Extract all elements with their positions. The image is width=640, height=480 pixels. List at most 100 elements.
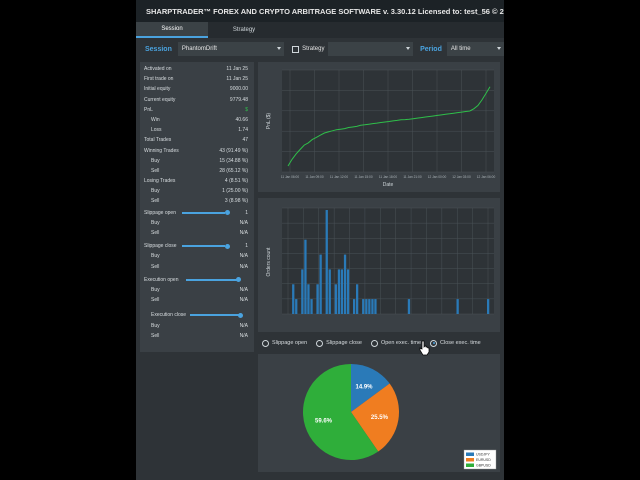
radio-icon[interactable] <box>316 339 324 347</box>
orders-bar <box>334 284 337 314</box>
orders-bar <box>316 284 319 314</box>
stat-row: Total Trades 47 <box>140 135 254 145</box>
stat-row: Loss 1.74 <box>140 125 254 135</box>
radio-label: Open exec. time <box>380 340 421 346</box>
execution-close-slider[interactable] <box>190 314 240 317</box>
strategy-select[interactable] <box>328 42 414 56</box>
pie-legend: USDJPYEURUSD GBPUSD <box>463 449 497 470</box>
pnl-x-tick-label: 11 Jan 06:00 <box>281 175 299 179</box>
pnl-chart-panel: 11 Jan 06:00 11 Jan 09:00 11 Jan 12:00 11 J… <box>258 62 500 192</box>
period-select-value: All time <box>450 46 471 52</box>
slider-label: Execution open <box>144 276 179 283</box>
orders-y-axis-label: Orders count <box>266 247 272 277</box>
pnl-x-tick-label: 12 Jan 03:00 <box>452 175 471 179</box>
execution-open-slider[interactable] <box>186 278 238 281</box>
stat-value: N/A <box>239 322 248 329</box>
slider-row: Slippage open 1 <box>140 208 254 218</box>
slider-row: Slippage close 1 <box>140 241 254 251</box>
strategy-toggle[interactable]: Strategy <box>292 45 324 53</box>
stat-row: Buy 1 (25.00 %) <box>140 186 254 196</box>
stat-value: N/A <box>239 286 248 293</box>
slider-handle[interactable] <box>236 277 241 283</box>
stat-row: Sell N/A <box>140 262 254 272</box>
stat-value: 1.74 <box>238 127 248 134</box>
stat-value: 1 (25.00 %) <box>222 188 248 195</box>
orders-bar <box>325 210 328 314</box>
radio-open-exec-time[interactable]: Open exec. time <box>370 339 421 347</box>
radio-label: Slippage close <box>326 340 362 346</box>
stat-row: Buy N/A <box>140 321 254 331</box>
radio-slippage-open[interactable]: Slippage open <box>262 339 308 347</box>
orders-bar <box>365 299 368 314</box>
stat-row: Winning Trades 43 (91.49 %) <box>140 146 254 156</box>
orders-bar <box>407 299 411 314</box>
orders-bar <box>295 299 298 314</box>
period-select[interactable]: All time <box>446 42 504 56</box>
stat-row: Activated on 11 Jan 25 <box>140 64 254 74</box>
tab-strategy[interactable]: Strategy <box>208 22 280 38</box>
chevron-down-icon <box>277 47 282 50</box>
orders-bar <box>362 299 365 314</box>
stat-row: Buy N/A <box>140 218 254 228</box>
pie-slice-label: 14.9% <box>355 384 373 390</box>
slider-handle[interactable] <box>225 210 230 216</box>
radio-slippage-close[interactable]: Slippage close <box>316 339 362 347</box>
stat-value: 43 (91.49 %) <box>219 147 248 154</box>
stat-value: 15 (34.88 %) <box>219 157 248 164</box>
orders-bar <box>346 269 350 314</box>
stat-label: Win <box>151 116 160 123</box>
stat-row: First trade on 11 Jan 25 <box>140 74 254 84</box>
stat-label: Buy <box>151 253 160 260</box>
stat-label: Sell <box>151 332 160 339</box>
slippage-open-slider[interactable] <box>182 211 225 214</box>
slider-label: Execution close <box>151 312 187 319</box>
mouse-cursor-icon <box>419 340 430 356</box>
orders-bar <box>304 239 307 314</box>
stat-label: Buy <box>151 188 160 195</box>
session-select-value: PhantomDrift <box>181 46 217 52</box>
radio-icon[interactable] <box>430 339 437 347</box>
chevron-down-icon <box>497 47 501 50</box>
stat-label: First trade on <box>144 76 174 83</box>
legend-swatch <box>466 452 474 456</box>
stat-value: N/A <box>239 253 248 260</box>
stat-label: Winning Trades <box>144 147 179 154</box>
stat-row: Sell 28 (65.12 %) <box>140 166 254 176</box>
stat-value: 4 (8.51 %) <box>224 178 248 185</box>
stat-label: PnL <box>144 106 153 113</box>
orders-bar <box>301 269 304 314</box>
pnl-x-tick-label: 11 Jan 15:00 <box>354 175 372 179</box>
stat-value: N/A <box>239 230 248 236</box>
stat-row: Losing Trades 4 (8.51 %) <box>140 176 254 186</box>
orders-plot-area <box>282 208 494 314</box>
stat-label: Sell <box>151 167 160 174</box>
radio-icon[interactable] <box>370 339 378 347</box>
slider-handle[interactable] <box>225 243 230 249</box>
orders-bar <box>353 299 356 314</box>
pnl-x-tick-label: 11 Jan 12:00 <box>330 175 348 179</box>
tab-session[interactable]: Session <box>136 22 208 38</box>
stat-row: Buy N/A <box>140 251 254 261</box>
stat-label: Sell <box>151 297 160 304</box>
stat-row: Sell N/A <box>140 228 254 238</box>
pie-slice-label: 59.6% <box>315 419 333 425</box>
stat-label: Loss <box>151 127 162 134</box>
pnl-x-tick-label: 12 Jan 00:00 <box>428 175 447 179</box>
orders-bar <box>310 299 313 314</box>
stat-label: Sell <box>151 230 160 236</box>
stat-row: Buy N/A <box>140 285 254 295</box>
strategy-checkbox[interactable] <box>292 45 300 53</box>
window-title: SHARPTRADER™ FOREX AND CRYPTO ARBITRAGE … <box>146 6 504 16</box>
orders-chart: Orders count <box>266 207 494 315</box>
app-window: SHARPTRADER™ FOREX AND CRYPTO ARBITRAGE … <box>136 0 504 480</box>
radio-label: Slippage open <box>272 340 308 346</box>
session-select[interactable]: PhantomDrift <box>177 42 285 56</box>
stat-row: Sell 3 (8.98 %) <box>140 196 254 206</box>
radio-close-exec-time[interactable]: Close exec. time <box>430 339 481 347</box>
session-label: Session <box>145 45 172 53</box>
stat-label: Losing Trades <box>144 178 176 185</box>
slider-handle[interactable] <box>238 312 243 318</box>
slippage-close-slider[interactable] <box>182 245 225 248</box>
filter-bar: Session PhantomDrift Strategy Period All… <box>136 38 504 60</box>
radio-icon[interactable] <box>262 339 269 347</box>
